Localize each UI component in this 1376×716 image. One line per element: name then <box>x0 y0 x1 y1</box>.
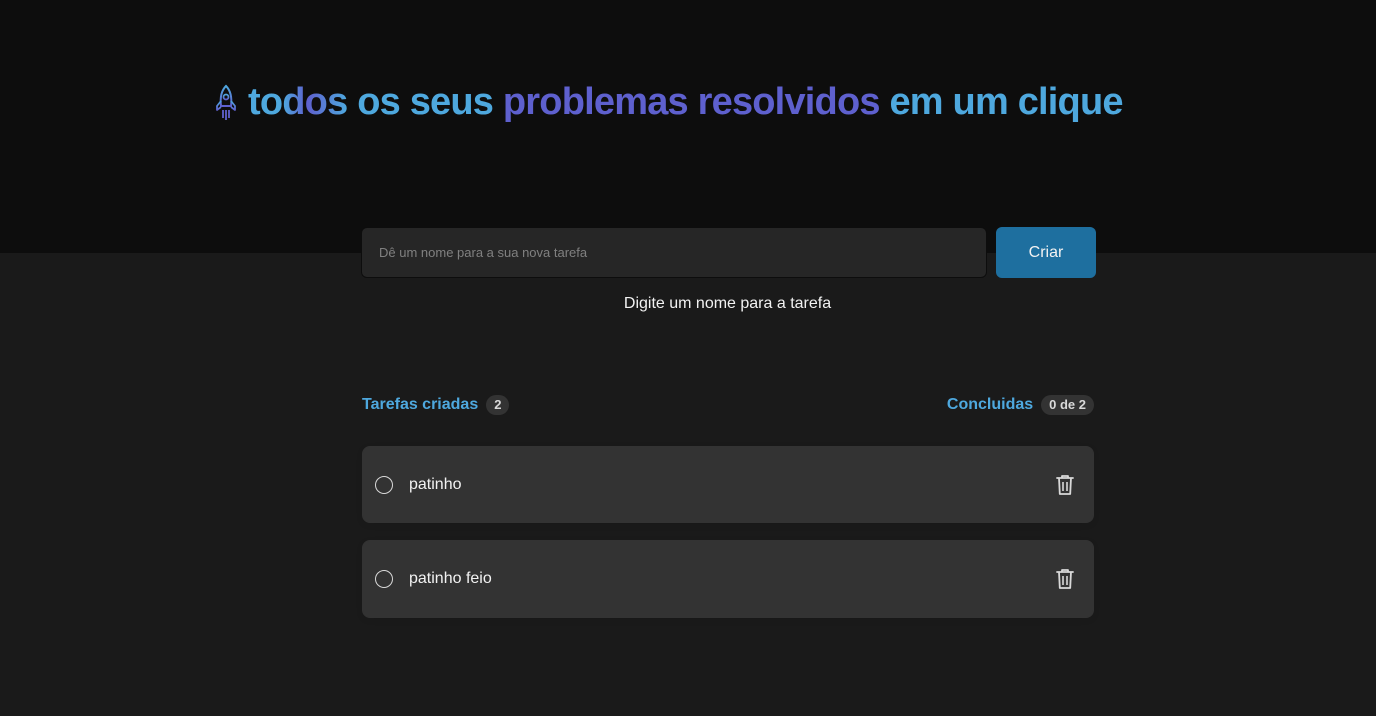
task-item: patinho <box>362 446 1094 523</box>
created-label: Tarefas criadas <box>362 396 479 413</box>
new-task-form: Criar <box>361 227 1096 278</box>
task-counters: Tarefas criadas 2 Concluidas 0 de 2 <box>362 393 1094 417</box>
task-text: patinho feio <box>409 570 492 587</box>
task-checkbox[interactable] <box>375 475 393 494</box>
task-list: patinho patinho feio <box>362 446 1094 618</box>
created-counter: Tarefas criadas 2 <box>362 395 510 415</box>
new-task-input[interactable] <box>361 227 987 278</box>
done-count-badge: 0 de 2 <box>1041 395 1094 415</box>
task-item: patinho feio <box>362 540 1094 618</box>
title-problemas-resolvidos: problemas resolvidos <box>502 80 881 123</box>
task-text: patinho <box>409 475 462 493</box>
header <box>0 0 1376 253</box>
rocket-icon <box>212 82 240 122</box>
task-checkbox[interactable] <box>375 570 393 588</box>
done-label: Concluidas <box>946 396 1034 413</box>
page-title: todos os seus problemas resolvidos em um… <box>212 78 1124 126</box>
trash-icon[interactable] <box>1053 473 1077 497</box>
done-counter: Concluidas 0 de 2 <box>947 395 1094 415</box>
trash-icon[interactable] <box>1053 567 1077 591</box>
title-os-seus: os seus <box>357 80 494 123</box>
title-em-um-clique: em um clique <box>889 80 1123 123</box>
title-todos: todos <box>248 80 348 123</box>
input-hint: Digite um nome para a tarefa <box>623 295 832 312</box>
created-count-badge: 2 <box>486 395 510 415</box>
create-button[interactable]: Criar <box>996 227 1096 278</box>
